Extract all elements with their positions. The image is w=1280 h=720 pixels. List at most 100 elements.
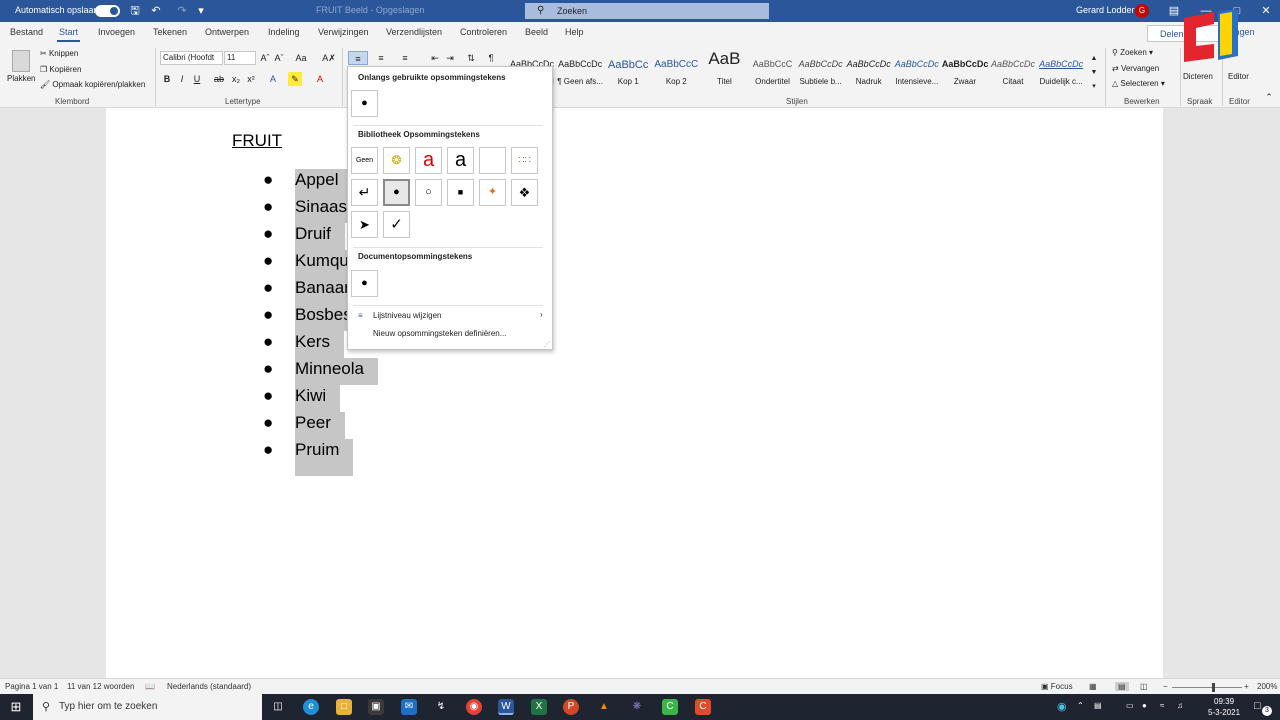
zoom-out-icon[interactable]: − [1163,682,1168,691]
gallery-down-icon[interactable]: ▼ [1087,66,1101,80]
tray-wifi-icon[interactable]: ≈ [1160,701,1164,710]
replace-button[interactable]: ⇄ Vervangen [1112,64,1159,73]
redo-icon[interactable]: ↷ [174,3,190,19]
bullet-fruit-pattern-icon[interactable]: ∷∷ [511,147,538,174]
bullet-black-a-icon[interactable]: a [447,147,474,174]
gallery-up-icon[interactable]: ▲ [1087,52,1101,66]
document-title[interactable]: FRUIT [232,131,282,151]
proofing-icon[interactable]: 📖 [145,682,155,691]
tab-invoegen[interactable]: Invoegen [98,27,135,37]
list-item-text[interactable]: Kers [295,331,344,358]
find-button[interactable]: ⚲ Zoeken ▾ [1112,48,1153,57]
style-name[interactable]: Citaat [989,77,1037,86]
cut-button[interactable]: ✂ Knippen [40,49,78,58]
avatar[interactable]: G [1135,4,1149,18]
focus-button[interactable]: ▣ Focus [1041,682,1073,691]
clock-date[interactable]: 5-3-2021 [1208,708,1240,717]
style-name[interactable]: Zwaar [941,77,989,86]
tab-tekenen[interactable]: Tekenen [153,27,187,37]
style-sample[interactable]: AaBbCcDc [990,59,1036,69]
tab-ontwerpen[interactable]: Ontwerpen [205,27,249,37]
bullet-arrowhead-icon[interactable]: ➤ [351,211,378,238]
style-sample[interactable]: AaBbCcDc [798,59,844,69]
bullet-red-a-icon[interactable]: a [415,147,442,174]
zoom-slider[interactable] [1172,687,1242,688]
file-explorer-icon[interactable]: □ [336,699,352,715]
list-item-text[interactable]: Peer [295,412,345,439]
camtasia-red-icon[interactable]: C [695,699,711,715]
clear-formatting-icon[interactable]: A✗ [322,51,336,65]
excel-icon[interactable]: X [531,699,547,715]
read-mode-icon[interactable]: ▦ [1089,682,1097,691]
web-layout-icon[interactable]: ◫ [1140,682,1148,691]
shrink-font-icon[interactable]: Aˇ [272,51,286,65]
tray-battery-icon[interactable]: ▭ [1126,701,1134,710]
mail-icon[interactable]: ✉ [401,699,417,715]
vlc-icon[interactable]: ▲ [596,699,612,715]
style-name[interactable]: Nadruk [845,77,893,86]
word-count[interactable]: 11 van 12 woorden [67,682,134,691]
document-bullet-dot[interactable]: ● [351,270,378,297]
bullet-none-option[interactable]: Geen [351,147,378,174]
list-item-text[interactable]: Kiwi [295,385,341,412]
gallery-more-icon[interactable]: ▾ [1087,80,1101,94]
bold-icon[interactable]: B [160,72,174,86]
zoom-in-icon[interactable]: + [1244,682,1249,691]
style-name[interactable]: Ondertitel [749,77,797,86]
close-icon[interactable]: ✕ [1258,3,1274,19]
tab-beeld[interactable]: Beeld [525,27,548,37]
style-sample[interactable]: AaBbCcDc [846,59,892,69]
numbering-icon[interactable]: ≡ [374,51,388,65]
sort-icon[interactable]: ⇅ [464,51,478,65]
tab-verwijzingen[interactable]: Verwijzingen [318,27,369,37]
copy-button[interactable]: ❐ Kopiëren [40,65,81,74]
bullet-color-star-icon[interactable]: ✦ [479,179,506,206]
strikethrough-icon[interactable]: ab [212,72,226,86]
user-name[interactable]: Gerard Lodder [1076,5,1135,15]
windows-start-icon[interactable]: ⊞ [8,699,24,715]
autosave-toggle[interactable] [95,5,120,17]
bullet-blank-icon[interactable] [479,147,506,174]
style-name[interactable]: ¶ Geen afs... [556,77,604,86]
highlight-icon[interactable]: ✎ [288,72,302,86]
change-list-level-menu-item[interactable]: ≡ Lijstniveau wijzigen › [352,308,550,324]
search-box[interactable]: ⚲ Zoeken [525,3,769,19]
text-effects-icon[interactable]: A [266,72,280,86]
tab-start[interactable]: Start [56,27,81,42]
bullet-hollow-circle-icon[interactable]: ○ [415,179,442,206]
show-formatting-icon[interactable]: ¶ [484,51,498,65]
undo-icon[interactable]: ↶ [148,3,164,19]
change-case-icon[interactable]: Aa [294,51,308,65]
powerpoint-icon[interactable]: P [563,699,579,715]
style-sample[interactable]: AaBbCcDc [1038,59,1084,69]
style-sample[interactable]: AaBbCcDc [942,59,988,69]
tab-verzendlijsten[interactable]: Verzendlijsten [386,27,442,37]
increase-indent-icon[interactable]: ⇥ [443,51,457,65]
select-button[interactable]: △ Selecteren ▾ [1112,79,1165,88]
customize-quick-access-icon[interactable]: ▾ [193,3,209,19]
style-sample[interactable]: AaBbCcDc [894,59,940,69]
edge-icon[interactable]: e [303,699,319,715]
app-bolt-icon[interactable]: ↯ [433,699,449,715]
recent-bullet-dot[interactable]: ● [351,90,378,117]
save-icon[interactable]: 🖫 [127,3,143,19]
superscript-icon[interactable]: x² [244,72,258,86]
tray-app-icon[interactable]: ◉ [1057,700,1067,713]
style-sample[interactable]: AaB [701,49,747,69]
font-size-dropdown[interactable]: 11 [224,51,256,65]
style-sample[interactable]: AaBbCcC [750,59,796,69]
resize-grip-icon[interactable]: ⋰ [544,341,550,348]
font-name-dropdown[interactable]: Calibri (Hoofdt [160,51,223,65]
paste-button[interactable]: Plakken [6,48,36,86]
notification-icon[interactable]: □ [1254,700,1261,712]
define-new-bullet-menu-item[interactable]: Nieuw opsommingsteken definiëren... [352,326,550,342]
word-taskbar-icon[interactable]: W [498,699,514,715]
app-gear-icon[interactable]: ❋ [629,699,645,715]
style-name[interactable]: Subtiele b... [797,77,845,86]
taskbar-search[interactable]: ⚲ Typ hier om te zoeken [33,694,262,720]
print-layout-icon[interactable]: ▤ [1115,682,1129,691]
font-color-icon[interactable]: A [313,72,327,86]
multilevel-list-icon[interactable]: ≡ [398,51,412,65]
collapse-ribbon-icon[interactable]: ⌃ [1262,90,1276,104]
list-item-text[interactable]: Pruim [295,439,354,476]
